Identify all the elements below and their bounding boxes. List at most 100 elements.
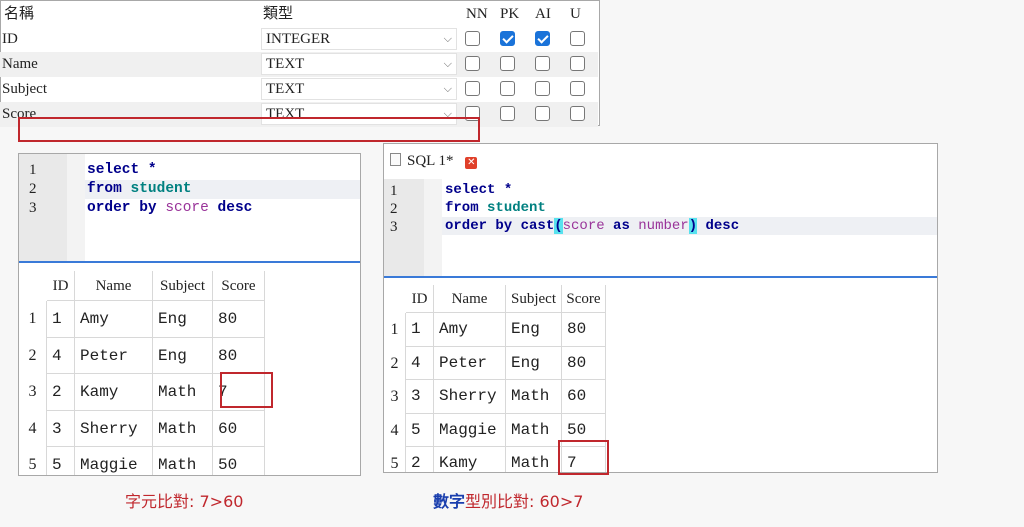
table-cell[interactable]: Sherry xyxy=(75,410,153,447)
table-cell[interactable]: 3 xyxy=(406,380,434,414)
table-cell[interactable]: 5 xyxy=(47,447,75,475)
table-cell[interactable]: 1 xyxy=(47,301,75,338)
sql-line-2[interactable]: from student xyxy=(87,180,191,199)
table-cell[interactable]: 80 xyxy=(562,313,606,347)
row-number[interactable]: 1 xyxy=(384,313,406,347)
schema-row[interactable]: ID INTEGER ⌵ xyxy=(0,27,598,52)
sql-line-3[interactable]: order by score desc xyxy=(87,199,252,218)
sql-line-3[interactable]: order by cast(score as number) desc xyxy=(445,217,739,235)
table-cell[interactable]: 4 xyxy=(406,346,434,380)
table-cell[interactable]: Math xyxy=(153,447,213,475)
sql-line-2[interactable]: from student xyxy=(445,199,546,217)
right-caption-emphasis: 數字 xyxy=(433,492,466,511)
table-cell[interactable]: 50 xyxy=(213,447,265,475)
sql-keyword: select xyxy=(87,162,140,178)
tab-sql-1[interactable]: SQL 1* ✕ xyxy=(390,150,478,174)
row-number[interactable]: 4 xyxy=(384,413,406,447)
sql-line-1[interactable]: select * xyxy=(445,181,512,199)
chevron-down-icon[interactable]: ⌵ xyxy=(444,79,452,99)
checkbox-pk[interactable] xyxy=(500,31,515,46)
row-number[interactable]: 3 xyxy=(384,380,406,414)
table-cell[interactable]: 5 xyxy=(406,413,434,447)
table-cell[interactable]: 2 xyxy=(47,374,75,411)
field-name[interactable]: Subject xyxy=(2,77,47,102)
row-number[interactable]: 5 xyxy=(19,447,47,475)
table-cell[interactable]: Math xyxy=(153,410,213,447)
sql-line-1[interactable]: select * xyxy=(87,161,157,180)
checkbox-nn[interactable] xyxy=(465,56,480,71)
checkbox-u[interactable] xyxy=(570,31,585,46)
schema-row[interactable]: Subject TEXT ⌵ xyxy=(0,77,598,102)
table-cell[interactable]: 80 xyxy=(213,337,265,374)
checkbox-nn[interactable] xyxy=(465,81,480,96)
bracket-match: ( xyxy=(554,218,563,234)
table-cell[interactable]: 80 xyxy=(562,346,606,380)
column-header[interactable]: Name xyxy=(75,271,153,301)
table-cell[interactable]: 80 xyxy=(213,301,265,338)
table-cell[interactable]: Peter xyxy=(75,337,153,374)
table-cell[interactable]: 2 xyxy=(406,447,434,472)
table-cell[interactable]: Sherry xyxy=(434,380,506,414)
checkbox-nn[interactable] xyxy=(465,31,480,46)
table-cell[interactable]: Eng xyxy=(153,301,213,338)
table-cell[interactable]: Amy xyxy=(75,301,153,338)
checkbox-ai[interactable] xyxy=(535,31,550,46)
table-cell[interactable]: Maggie xyxy=(75,447,153,475)
row-number[interactable]: 2 xyxy=(19,337,47,374)
column-header[interactable]: Subject xyxy=(153,271,213,301)
sql-column: score xyxy=(562,218,605,234)
table-cell[interactable]: 1 xyxy=(406,313,434,347)
chevron-down-icon[interactable]: ⌵ xyxy=(444,54,452,74)
type-select[interactable]: TEXT ⌵ xyxy=(261,53,457,75)
checkbox-u[interactable] xyxy=(570,81,585,96)
row-number[interactable]: 4 xyxy=(19,410,47,447)
column-header[interactable]: Score xyxy=(213,271,265,301)
table-cell[interactable]: Math xyxy=(506,413,562,447)
sql-text: * xyxy=(495,182,513,198)
column-header[interactable]: Score xyxy=(562,285,606,313)
checkbox-ai[interactable] xyxy=(535,81,550,96)
table-cell[interactable]: Math xyxy=(506,447,562,472)
table-cell[interactable]: Math xyxy=(506,380,562,414)
checkbox-pk[interactable] xyxy=(500,106,515,121)
checkbox-u[interactable] xyxy=(570,56,585,71)
type-select[interactable]: INTEGER ⌵ xyxy=(261,28,457,50)
table-cell[interactable]: 60 xyxy=(213,410,265,447)
column-header[interactable]: Name xyxy=(434,285,506,313)
field-name[interactable]: ID xyxy=(2,27,18,52)
checkbox-pk[interactable] xyxy=(500,81,515,96)
table-cell[interactable]: Eng xyxy=(506,346,562,380)
close-tab-icon[interactable]: ✕ xyxy=(465,157,478,169)
table-cell[interactable]: Maggie xyxy=(434,413,506,447)
row-number[interactable]: 3 xyxy=(19,374,47,411)
sql-keyword: desc xyxy=(217,200,253,216)
checkbox-ai[interactable] xyxy=(535,56,550,71)
checkbox-ai[interactable] xyxy=(535,106,550,121)
row-number[interactable]: 1 xyxy=(19,301,47,338)
checkbox-pk[interactable] xyxy=(500,56,515,71)
score-7-highlight-right xyxy=(558,440,609,475)
table-cell[interactable]: 60 xyxy=(562,380,606,414)
sql-keyword: as xyxy=(613,218,630,234)
table-cell[interactable]: Kamy xyxy=(434,447,506,472)
table-cell[interactable]: 4 xyxy=(47,337,75,374)
field-name[interactable]: Name xyxy=(2,52,38,77)
chevron-down-icon[interactable]: ⌵ xyxy=(444,29,452,49)
column-header[interactable]: ID xyxy=(47,271,75,301)
table-cell[interactable]: Amy xyxy=(434,313,506,347)
column-header[interactable]: ID xyxy=(406,285,434,313)
schema-row[interactable]: Name TEXT ⌵ xyxy=(0,52,598,77)
type-select[interactable]: TEXT ⌵ xyxy=(261,78,457,100)
table-cell[interactable]: Eng xyxy=(153,337,213,374)
row-number[interactable]: 5 xyxy=(384,447,406,472)
table-cell[interactable]: Kamy xyxy=(75,374,153,411)
table-cell[interactable]: Eng xyxy=(506,313,562,347)
table-cell[interactable]: Peter xyxy=(434,346,506,380)
table-cell[interactable]: Math xyxy=(153,374,213,411)
editor-splitter[interactable] xyxy=(19,261,360,263)
editor-splitter[interactable] xyxy=(384,276,937,278)
checkbox-u[interactable] xyxy=(570,106,585,121)
table-cell[interactable]: 3 xyxy=(47,410,75,447)
column-header[interactable]: Subject xyxy=(506,285,562,313)
row-number[interactable]: 2 xyxy=(384,346,406,380)
